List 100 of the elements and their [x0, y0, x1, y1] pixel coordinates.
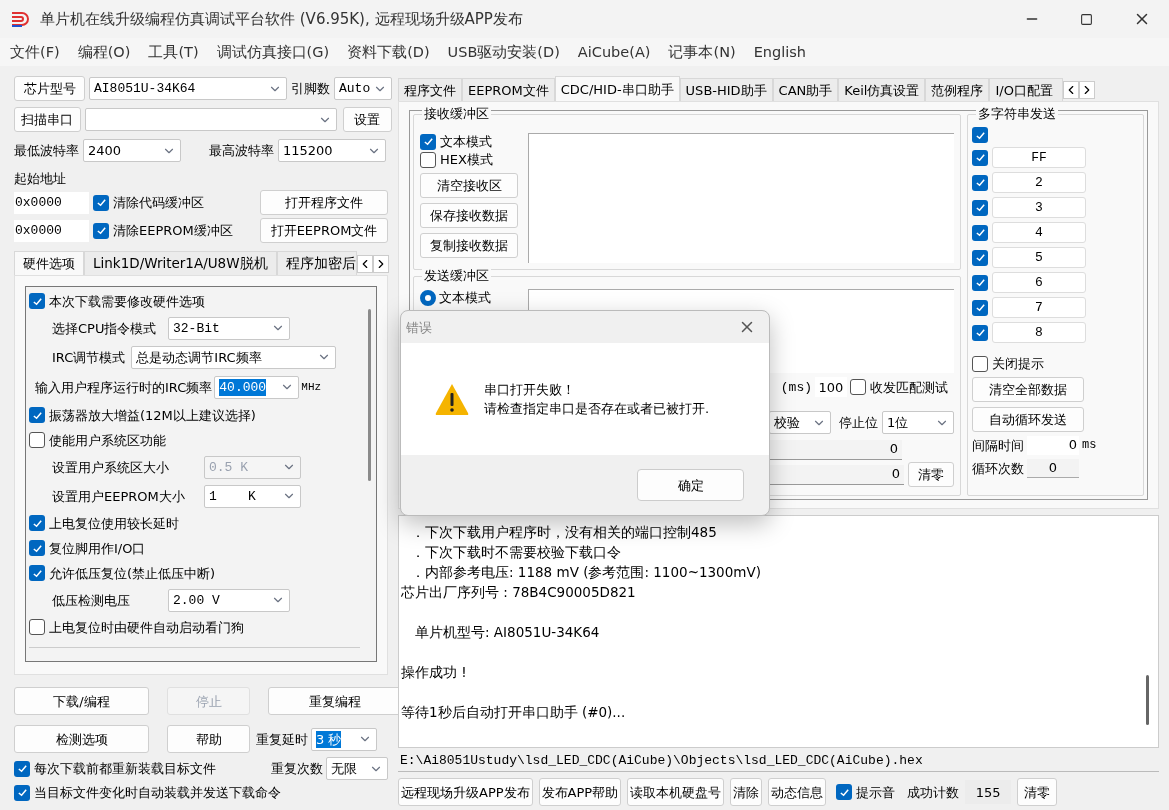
checkbox[interactable]	[29, 293, 45, 309]
checkbox[interactable]	[29, 540, 45, 556]
tab[interactable]: 硬件选项	[14, 251, 84, 275]
multi-send-button[interactable]: 自动循环发送	[972, 407, 1084, 432]
checkbox[interactable]	[972, 355, 988, 372]
scan-port-button[interactable]: 扫描串口	[14, 107, 81, 132]
checkbox[interactable]	[420, 151, 436, 168]
clear-count-button[interactable]: 清零	[1017, 778, 1058, 806]
send-string-button[interactable]: 4	[992, 222, 1086, 243]
checkbox[interactable]	[29, 407, 45, 423]
stop-bits-dropdown[interactable]: 1位	[882, 411, 954, 434]
receive-button[interactable]: 保存接收数据	[420, 203, 518, 228]
tab[interactable]: 范例程序	[925, 78, 990, 101]
radio-button[interactable]	[420, 290, 436, 306]
chip-model-dropdown[interactable]: AI8051U-34K64	[89, 77, 287, 100]
checkbox[interactable]	[972, 324, 988, 341]
menu-item[interactable]: AiCube(A)	[577, 43, 651, 61]
checkbox[interactable]	[420, 133, 436, 150]
open-file-button[interactable]: 打开EEPROM文件	[260, 218, 388, 243]
checkbox[interactable]	[14, 760, 30, 777]
action-button[interactable]: 帮助	[167, 725, 250, 753]
address-field[interactable]: 0x0000	[14, 191, 89, 214]
tab[interactable]: CAN助手	[772, 78, 839, 101]
interval-field[interactable]: 100	[815, 377, 847, 397]
action-button[interactable]: 检测选项	[14, 725, 149, 753]
max-baud-dropdown[interactable]: 115200	[278, 139, 386, 162]
toolbar-button[interactable]: 动态信息	[768, 778, 827, 806]
scrollbar-thumb[interactable]	[1146, 675, 1149, 725]
tab[interactable]: Link1D/Writer1A/U8W脱机	[84, 251, 277, 275]
toolbar-button[interactable]: 读取本机硬盘号	[627, 778, 725, 806]
ok-button[interactable]: 确定	[637, 469, 744, 501]
menu-item[interactable]: 工具(T)	[148, 43, 199, 61]
scrollbar-thumb[interactable]	[367, 309, 371, 481]
tab[interactable]: 程序加密后	[276, 251, 357, 275]
checkbox[interactable]	[29, 565, 45, 581]
tab-scroll-left-icon[interactable]	[1063, 81, 1080, 99]
checkbox[interactable]	[29, 432, 45, 448]
checkbox[interactable]	[14, 784, 30, 801]
checkbox[interactable]	[972, 174, 988, 191]
pin-count-dropdown[interactable]: Auto	[334, 77, 392, 100]
tab-scroll-right-icon[interactable]	[1079, 81, 1096, 99]
repeat-delay-dropdown[interactable]: 3 秒	[311, 727, 377, 751]
tab[interactable]: 程序文件	[398, 78, 462, 101]
send-string-button[interactable]: 2	[992, 172, 1086, 193]
checkbox[interactable]	[93, 222, 109, 239]
checkbox[interactable]	[29, 619, 45, 635]
send-string-button[interactable]: FF	[992, 147, 1086, 168]
checkbox-label: 提示音	[856, 783, 896, 801]
clear-button[interactable]: 清零	[908, 462, 954, 487]
checkbox[interactable]	[972, 249, 988, 266]
repeat-count-dropdown[interactable]: 无限	[326, 757, 388, 780]
checkbox[interactable]	[836, 784, 853, 800]
checkbox[interactable]	[93, 194, 109, 211]
action-button[interactable]: 下载/编程	[14, 687, 149, 715]
send-string-button[interactable]: 5	[992, 247, 1086, 268]
maximize-icon[interactable]	[1080, 12, 1093, 26]
toolbar-button[interactable]: 清除	[730, 778, 763, 806]
checkbox[interactable]	[29, 515, 45, 531]
tab[interactable]: EEPROM文件	[462, 78, 555, 101]
menu-item[interactable]: 资料下载(D)	[347, 43, 430, 61]
chip-model-button[interactable]: 芯片型号	[14, 76, 85, 101]
menu-item[interactable]: 调试仿真接口(G)	[216, 43, 330, 61]
checkbox[interactable]	[972, 224, 988, 241]
settings-button[interactable]: 设置	[342, 107, 392, 132]
checkbox[interactable]	[972, 149, 988, 166]
checkbox[interactable]	[850, 379, 866, 395]
interval-field[interactable]: 0	[1027, 436, 1079, 455]
open-file-button[interactable]: 打开程序文件	[260, 190, 388, 215]
parity-dropdown[interactable]: 校验	[769, 411, 831, 434]
menu-item[interactable]: 编程(O)	[77, 43, 131, 61]
toolbar-button[interactable]: 远程现场升级APP发布	[398, 778, 533, 806]
loop-count-field[interactable]: 0	[1027, 459, 1079, 478]
option-dropdown[interactable]: 32-Bit	[168, 316, 290, 340]
irc-frequency-dropdown[interactable]: 40.000	[214, 375, 300, 399]
checkbox[interactable]	[972, 127, 988, 143]
tab[interactable]: USB-HID助手	[679, 78, 773, 101]
tab[interactable]: I/O口配置	[989, 78, 1064, 101]
option-dropdown[interactable]: 2.00 V	[168, 588, 290, 612]
min-baud-dropdown[interactable]: 2400	[83, 139, 181, 162]
send-string-button[interactable]: 8	[992, 322, 1086, 343]
option-dropdown[interactable]: 总是动态调节IRC频率	[131, 345, 337, 369]
checkbox[interactable]	[972, 274, 988, 291]
tab[interactable]: CDC/HID-串口助手	[554, 76, 680, 101]
receive-button[interactable]: 清空接收区	[420, 173, 518, 198]
menu-item[interactable]: 记事本(N)	[668, 43, 736, 61]
send-string-button[interactable]: 3	[992, 197, 1086, 218]
tab[interactable]: Keil仿真设置	[838, 78, 926, 101]
action-button[interactable]: 重复编程	[268, 687, 401, 715]
menu-item[interactable]: USB驱动安装(D)	[447, 43, 560, 61]
menu-item[interactable]: 文件(F)	[10, 43, 60, 61]
receive-button[interactable]: 复制接收数据	[420, 233, 518, 258]
checkbox[interactable]	[972, 299, 988, 316]
multi-send-button[interactable]: 清空全部数据	[972, 377, 1084, 402]
address-field[interactable]: 0x0000	[14, 219, 89, 242]
menu-item[interactable]: English	[753, 43, 806, 61]
toolbar-button[interactable]: 发布APP帮助	[538, 778, 622, 806]
send-string-button[interactable]: 7	[992, 297, 1086, 318]
option-dropdown[interactable]: 1 K	[204, 484, 301, 508]
send-string-button[interactable]: 6	[992, 272, 1086, 293]
checkbox[interactable]	[972, 199, 988, 216]
